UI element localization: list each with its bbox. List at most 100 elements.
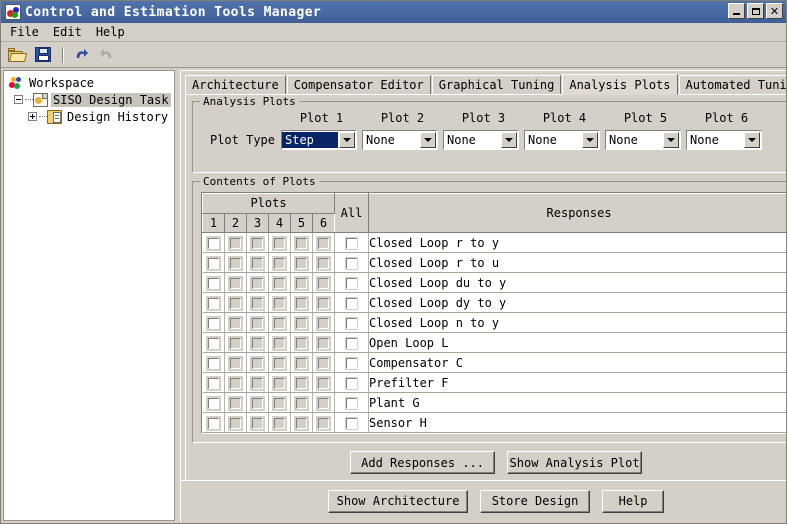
plot-column-header-3[interactable]: 3 xyxy=(246,212,269,233)
all-checkbox-cell[interactable] xyxy=(334,352,369,373)
plot-type-dropdown-4[interactable]: None xyxy=(524,130,600,150)
checkbox-row8-plot1[interactable] xyxy=(206,377,220,390)
chevron-down-icon[interactable] xyxy=(744,132,760,148)
plot-checkbox-cell-6[interactable] xyxy=(312,292,335,313)
plot-column-header-5[interactable]: 5 xyxy=(290,212,313,233)
checkbox-row3-plot1[interactable] xyxy=(206,277,220,290)
plot-checkbox-cell-5[interactable] xyxy=(290,412,313,433)
menu-file[interactable]: File xyxy=(5,24,48,41)
checkbox-row3-all[interactable] xyxy=(345,277,358,290)
plot-checkbox-cell-2[interactable] xyxy=(224,232,247,253)
plot-checkbox-cell-1[interactable] xyxy=(202,352,225,373)
chevron-down-icon[interactable] xyxy=(582,132,598,148)
plot-checkbox-cell-5[interactable] xyxy=(290,312,313,333)
chevron-down-icon[interactable] xyxy=(663,132,679,148)
plot-checkbox-cell-6[interactable] xyxy=(312,272,335,293)
plot-checkbox-cell-3[interactable] xyxy=(246,372,269,393)
open-button[interactable] xyxy=(5,44,29,66)
plot-checkbox-cell-6[interactable] xyxy=(312,232,335,253)
checkbox-row4-plot1[interactable] xyxy=(206,297,220,310)
all-checkbox-cell[interactable] xyxy=(334,372,369,393)
plot-checkbox-cell-2[interactable] xyxy=(224,392,247,413)
plot-checkbox-cell-1[interactable] xyxy=(202,392,225,413)
plot-checkbox-cell-2[interactable] xyxy=(224,312,247,333)
plot-checkbox-cell-1[interactable] xyxy=(202,312,225,333)
checkbox-row2-plot1[interactable] xyxy=(206,257,220,270)
add-responses-button[interactable]: Add Responses ... xyxy=(350,451,496,474)
plot-checkbox-cell-5[interactable] xyxy=(290,272,313,293)
menu-edit[interactable]: Edit xyxy=(48,24,91,41)
plot-checkbox-cell-2[interactable] xyxy=(224,352,247,373)
plot-type-dropdown-1[interactable]: Step xyxy=(281,130,357,150)
plot-checkbox-cell-5[interactable] xyxy=(290,392,313,413)
checkbox-row7-all[interactable] xyxy=(345,357,358,370)
plot-checkbox-cell-3[interactable] xyxy=(246,352,269,373)
tree-node-design-history[interactable]: Design History xyxy=(6,108,172,125)
collapse-toggle-siso[interactable] xyxy=(14,95,23,104)
checkbox-row9-plot1[interactable] xyxy=(206,397,220,410)
plot-type-dropdown-6[interactable]: None xyxy=(686,130,762,150)
plot-checkbox-cell-3[interactable] xyxy=(246,292,269,313)
plot-checkbox-cell-6[interactable] xyxy=(312,412,335,433)
chevron-down-icon[interactable] xyxy=(339,132,355,148)
tab-automated-tuning[interactable]: Automated Tuning xyxy=(678,75,786,94)
tree-node-workspace[interactable]: Workspace xyxy=(6,74,172,91)
plot-checkbox-cell-1[interactable] xyxy=(202,272,225,293)
plot-checkbox-cell-6[interactable] xyxy=(312,252,335,273)
close-button[interactable]: ✕ xyxy=(766,3,783,19)
plot-checkbox-cell-5[interactable] xyxy=(290,292,313,313)
plot-checkbox-cell-2[interactable] xyxy=(224,292,247,313)
plot-checkbox-cell-3[interactable] xyxy=(246,272,269,293)
plot-checkbox-cell-4[interactable] xyxy=(268,372,291,393)
all-checkbox-cell[interactable] xyxy=(334,312,369,333)
checkbox-row4-all[interactable] xyxy=(345,297,358,310)
tab-compensator-editor[interactable]: Compensator Editor xyxy=(286,75,431,94)
plot-type-dropdown-2[interactable]: None xyxy=(362,130,438,150)
checkbox-row7-plot1[interactable] xyxy=(206,357,220,370)
all-checkbox-cell[interactable] xyxy=(334,332,369,353)
all-checkbox-cell[interactable] xyxy=(334,392,369,413)
checkbox-row8-all[interactable] xyxy=(345,377,358,390)
help-button[interactable]: Help xyxy=(602,489,665,513)
maximize-button[interactable] xyxy=(747,3,764,19)
plot-checkbox-cell-6[interactable] xyxy=(312,372,335,393)
plot-checkbox-cell-6[interactable] xyxy=(312,332,335,353)
plot-checkbox-cell-2[interactable] xyxy=(224,272,247,293)
plot-type-dropdown-3[interactable]: None xyxy=(443,130,519,150)
plot-checkbox-cell-4[interactable] xyxy=(268,292,291,313)
plot-checkbox-cell-4[interactable] xyxy=(268,312,291,333)
save-button[interactable] xyxy=(31,44,55,66)
chevron-down-icon[interactable] xyxy=(420,132,436,148)
minimize-button[interactable] xyxy=(728,3,745,19)
checkbox-row5-plot1[interactable] xyxy=(206,317,220,330)
plot-checkbox-cell-1[interactable] xyxy=(202,412,225,433)
plot-checkbox-cell-4[interactable] xyxy=(268,412,291,433)
checkbox-row10-all[interactable] xyxy=(345,417,358,430)
plot-checkbox-cell-1[interactable] xyxy=(202,372,225,393)
all-checkbox-cell[interactable] xyxy=(334,232,369,253)
tab-architecture[interactable]: Architecture xyxy=(185,75,286,94)
plot-checkbox-cell-1[interactable] xyxy=(202,292,225,313)
tree-node-siso-design-task[interactable]: SISO Design Task xyxy=(6,91,172,108)
plot-checkbox-cell-5[interactable] xyxy=(290,352,313,373)
plot-checkbox-cell-4[interactable] xyxy=(268,272,291,293)
tab-analysis-plots[interactable]: Analysis Plots xyxy=(562,74,678,95)
plot-checkbox-cell-1[interactable] xyxy=(202,232,225,253)
plot-checkbox-cell-2[interactable] xyxy=(224,252,247,273)
plot-checkbox-cell-6[interactable] xyxy=(312,352,335,373)
plot-checkbox-cell-3[interactable] xyxy=(246,312,269,333)
plot-checkbox-cell-4[interactable] xyxy=(268,332,291,353)
plot-checkbox-cell-3[interactable] xyxy=(246,232,269,253)
plot-checkbox-cell-5[interactable] xyxy=(290,232,313,253)
plot-checkbox-cell-1[interactable] xyxy=(202,252,225,273)
undo-button[interactable] xyxy=(69,44,93,66)
all-checkbox-cell[interactable] xyxy=(334,252,369,273)
plot-checkbox-cell-6[interactable] xyxy=(312,392,335,413)
plot-checkbox-cell-5[interactable] xyxy=(290,332,313,353)
plot-checkbox-cell-3[interactable] xyxy=(246,392,269,413)
all-header[interactable]: All xyxy=(334,193,369,233)
plot-checkbox-cell-4[interactable] xyxy=(268,392,291,413)
plot-checkbox-cell-2[interactable] xyxy=(224,412,247,433)
show-architecture-button[interactable]: Show Architecture xyxy=(328,489,469,513)
checkbox-row6-all[interactable] xyxy=(345,337,358,350)
